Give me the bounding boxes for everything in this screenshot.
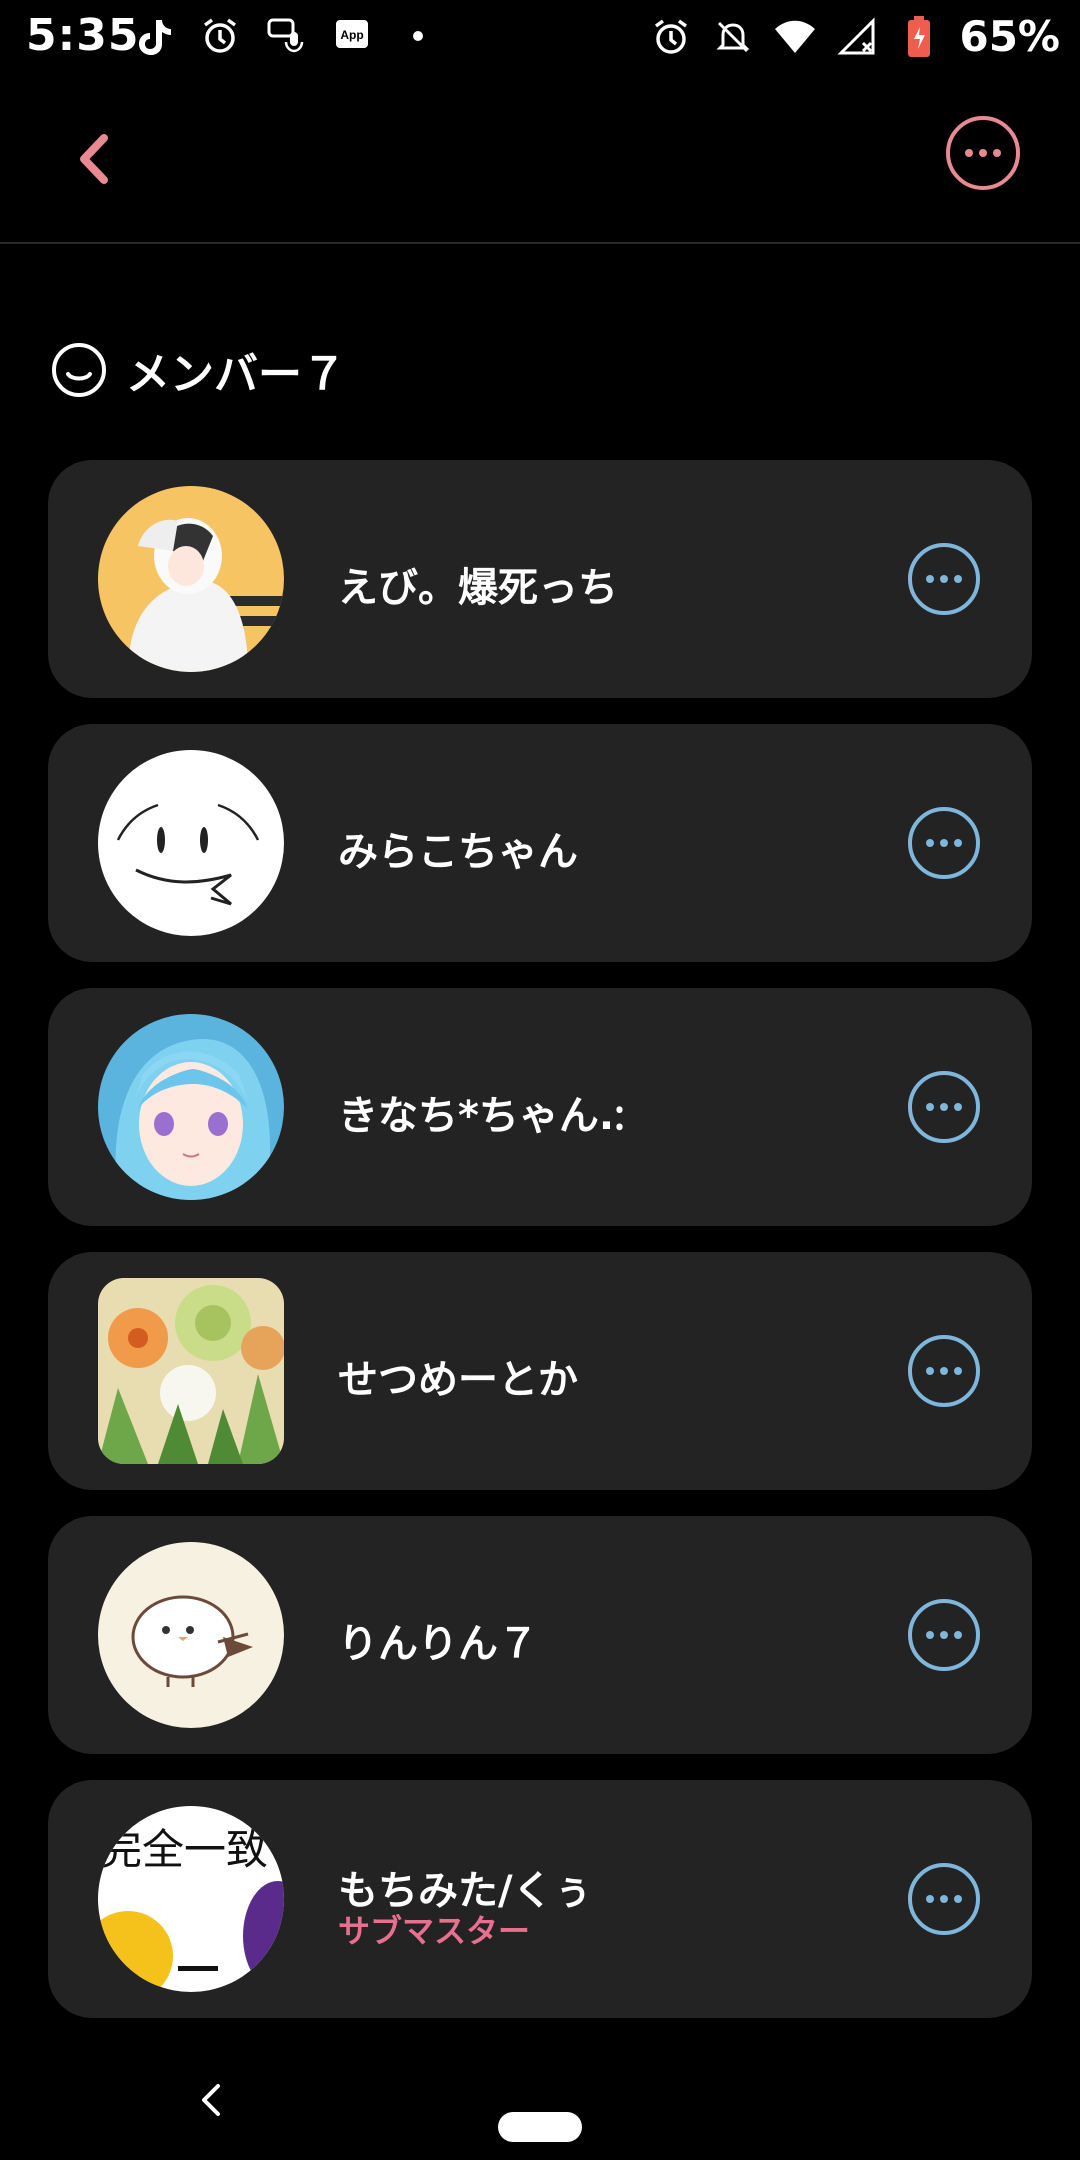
members-section-header: メンバー７: [50, 338, 346, 402]
more-dot: [940, 575, 948, 583]
more-dot: [954, 1103, 962, 1111]
member-row[interactable]: 完全一致 もちみた/くぅ サブマスター: [48, 1780, 1032, 2018]
member-name: せつめーとか: [338, 1357, 578, 1403]
member-more-button[interactable]: [908, 1335, 980, 1407]
member-row[interactable]: りんりん７: [48, 1516, 1032, 1754]
battery-percent: 65%: [959, 12, 1060, 61]
member-row[interactable]: みらこちゃん: [48, 724, 1032, 962]
battery-icon: [897, 15, 941, 59]
status-bar: 5:35 App 65%: [0, 0, 1080, 72]
member-more-button[interactable]: [908, 1599, 980, 1671]
more-notifications-dot-icon: [396, 14, 440, 58]
member-more-button[interactable]: [908, 1863, 980, 1935]
more-dot: [954, 1895, 962, 1903]
smile-face-icon: [52, 343, 106, 397]
more-dot: [954, 1367, 962, 1375]
more-dot: [940, 1103, 948, 1111]
notifications-off-icon: [711, 15, 755, 59]
system-back-button[interactable]: [190, 2070, 230, 2130]
more-dots-icon: [926, 1895, 934, 1903]
member-avatar[interactable]: [98, 1014, 284, 1200]
home-gesture-pill[interactable]: [498, 2112, 582, 2142]
notification-icons: App: [132, 14, 440, 58]
chevron-left-icon: [80, 134, 108, 184]
more-dot: [940, 839, 948, 847]
member-avatar[interactable]: [98, 486, 284, 672]
more-dots-icon: [926, 839, 934, 847]
member-name: みらこちゃん: [338, 829, 578, 875]
member-more-button[interactable]: [908, 807, 980, 879]
avatar-caption: 完全一致: [100, 1825, 268, 1874]
alarm-icon: [198, 14, 242, 58]
member-more-button[interactable]: [908, 543, 980, 615]
member-row[interactable]: えび。爆死っち: [48, 460, 1032, 698]
more-dot: [954, 839, 962, 847]
members-section-title: メンバー７: [126, 349, 346, 400]
member-name: きなち*ちゃん.ᱺ: [338, 1093, 625, 1139]
more-dot: [940, 1631, 948, 1639]
more-dot: [979, 149, 987, 157]
member-avatar[interactable]: 完全一致: [98, 1806, 284, 1992]
header-divider: [0, 242, 1080, 244]
signal-icon: [835, 15, 879, 59]
member-avatar[interactable]: [98, 1542, 284, 1728]
member-row[interactable]: せつめーとか: [48, 1252, 1032, 1490]
svg-text:App: App: [340, 28, 363, 42]
more-dot: [954, 1631, 962, 1639]
member-more-button[interactable]: [908, 1071, 980, 1143]
more-dots-icon: [926, 1631, 934, 1639]
more-options-button[interactable]: [946, 116, 1020, 190]
chevron-left-icon: [202, 2084, 220, 2116]
more-dots-icon: [926, 1103, 934, 1111]
more-dot: [954, 575, 962, 583]
more-dots-icon: [965, 149, 973, 157]
tiktok-icon: [132, 14, 176, 58]
app-bar: [0, 72, 1080, 242]
more-dots-icon: [926, 575, 934, 583]
member-row[interactable]: きなち*ちゃん.ᱺ: [48, 988, 1032, 1226]
alarm-status-icon: [649, 15, 693, 59]
member-avatar[interactable]: [98, 750, 284, 936]
member-role-badge: サブマスター: [338, 1912, 531, 1950]
more-dot: [993, 149, 1001, 157]
system-navigation-bar: [0, 2040, 1080, 2160]
back-button[interactable]: [62, 124, 132, 194]
wifi-icon: [773, 15, 817, 59]
more-dot: [940, 1895, 948, 1903]
voice-message-icon: [264, 14, 308, 58]
member-avatar[interactable]: [98, 1278, 284, 1464]
member-name: りんりん７: [338, 1621, 538, 1667]
more-dot: [940, 1367, 948, 1375]
app-badge-icon: App: [330, 14, 374, 58]
member-name: えび。爆死っち: [338, 565, 618, 611]
system-icons: 65%: [649, 12, 1060, 61]
status-time: 5:35: [26, 10, 140, 61]
more-dots-icon: [926, 1367, 934, 1375]
